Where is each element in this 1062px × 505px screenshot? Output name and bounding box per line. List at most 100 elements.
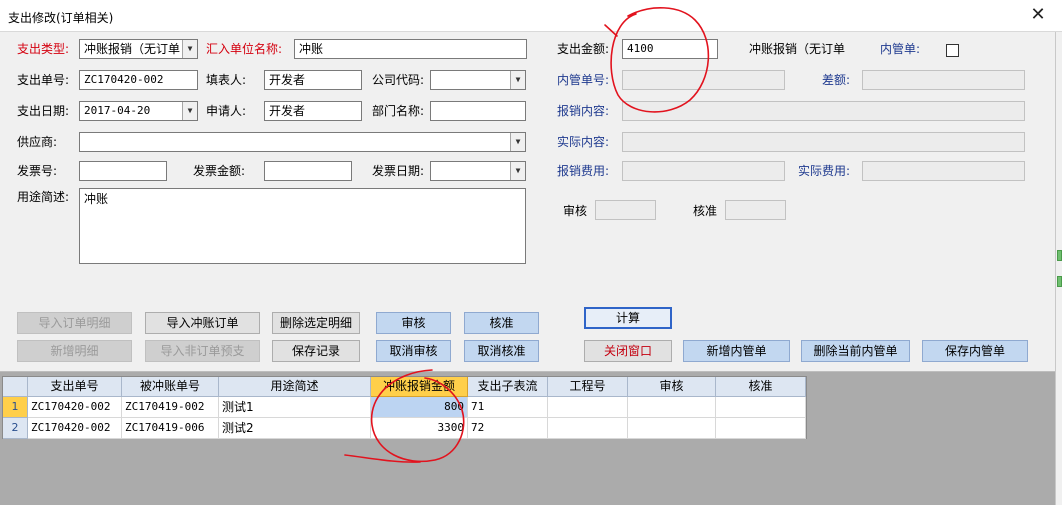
invoice-date-label: 发票日期: (372, 164, 425, 178)
column-header[interactable]: 核准 (716, 377, 806, 397)
department-label: 部门名称: (372, 104, 425, 118)
table-cell[interactable]: 800 (371, 397, 468, 418)
purpose-textarea[interactable]: 冲账 (79, 188, 526, 264)
internal-no-input (622, 70, 785, 90)
table-cell[interactable] (716, 397, 806, 418)
actual-content-label: 实际内容: (557, 135, 610, 149)
chevron-down-icon[interactable]: ▼ (510, 71, 525, 89)
review-input (595, 200, 656, 220)
expense-edit-window: 支出修改(订单相关) ✕ 支出类型: 冲账报销（无订单 ▼ 汇入单位名称: 冲账… (0, 0, 1062, 505)
review-button[interactable]: 审核 (376, 312, 451, 334)
remit-unit-value: 冲账 (299, 42, 324, 56)
internal-order-checkbox[interactable] (946, 44, 959, 57)
supplier-select[interactable]: ▼ (79, 132, 526, 152)
column-header[interactable]: 支出子表流 (468, 377, 548, 397)
actual-content-input (622, 132, 1025, 152)
table-cell[interactable]: ZC170420-002 (28, 418, 122, 439)
difference-input (862, 70, 1025, 90)
expense-date-label: 支出日期: (17, 104, 70, 118)
expense-form: 支出类型: 冲账报销（无订单 ▼ 汇入单位名称: 冲账 支出金额: 4100 冲… (0, 32, 1055, 372)
delete-selected-button[interactable]: 删除选定明细 (272, 312, 360, 334)
column-header[interactable]: 用途简述 (219, 377, 371, 397)
review-label: 审核 (563, 204, 588, 218)
chevron-down-icon[interactable]: ▼ (510, 162, 525, 180)
purpose-label: 用途简述: (17, 190, 70, 204)
approve-label: 核准 (693, 204, 718, 218)
cancel-approve-button[interactable]: 取消核准 (464, 340, 539, 362)
column-header[interactable]: 审核 (628, 377, 716, 397)
offset-note: 冲账报销（无订单 (749, 42, 846, 56)
table-cell[interactable]: ZC170419-006 (122, 418, 219, 439)
green-marker-icon (1057, 250, 1062, 261)
chevron-down-icon[interactable]: ▼ (182, 102, 197, 120)
table-cell[interactable] (628, 418, 716, 439)
side-strip (1055, 32, 1062, 505)
table-cell[interactable] (628, 397, 716, 418)
title-bar: 支出修改(订单相关) ✕ (0, 0, 1062, 32)
import-offset-order-button[interactable]: 导入冲账订单 (145, 312, 260, 334)
delete-internal-button[interactable]: 删除当前内管单 (801, 340, 910, 362)
amount-input[interactable]: 4100 (622, 39, 718, 59)
expense-no-label: 支出单号: (17, 73, 70, 87)
expense-type-value: 冲账报销（无订单 (84, 42, 181, 56)
import-order-detail-button[interactable]: 导入订单明细 (17, 312, 132, 334)
calculate-button[interactable]: 计算 (584, 307, 672, 329)
add-detail-button[interactable]: 新增明细 (17, 340, 132, 362)
chevron-down-icon[interactable]: ▼ (182, 40, 197, 58)
company-code-label: 公司代码: (372, 73, 425, 87)
expense-date-picker[interactable]: 2017-04-20 ▼ (79, 101, 198, 121)
approve-button[interactable]: 核准 (464, 312, 539, 334)
window-title: 支出修改(订单相关) (8, 11, 114, 25)
expense-type-label: 支出类型: (17, 42, 70, 56)
claim-fee-label: 报销费用: (557, 164, 610, 178)
table-cell[interactable]: 测试2 (219, 418, 371, 439)
invoice-date-picker[interactable]: ▼ (430, 161, 526, 181)
department-input[interactable] (430, 101, 526, 121)
save-internal-button[interactable]: 保存内管单 (922, 340, 1028, 362)
cancel-review-button[interactable]: 取消审核 (376, 340, 451, 362)
claim-content-input (622, 101, 1025, 121)
table-cell[interactable]: 71 (468, 397, 548, 418)
remit-unit-label: 汇入单位名称: (206, 42, 283, 56)
expense-no-value: ZC170420-002 (84, 73, 164, 86)
table-cell[interactable] (548, 397, 628, 418)
table-cell[interactable]: ZC170419-002 (122, 397, 219, 418)
save-record-button[interactable]: 保存记录 (272, 340, 360, 362)
filler-input[interactable]: 开发者 (264, 70, 362, 90)
purpose-value: 冲账 (84, 192, 109, 206)
close-icon[interactable]: ✕ (1028, 6, 1048, 26)
table-cell[interactable]: 72 (468, 418, 548, 439)
table-cell[interactable]: 测试1 (219, 397, 371, 418)
expense-no-input[interactable]: ZC170420-002 (79, 70, 198, 90)
column-header[interactable]: 支出单号 (28, 377, 122, 397)
company-code-select[interactable]: ▼ (430, 70, 526, 90)
import-non-order-button[interactable]: 导入非订单预支 (145, 340, 260, 362)
expense-date-value: 2017-04-20 (84, 104, 151, 117)
table-cell[interactable]: 3300 (371, 418, 468, 439)
column-header[interactable]: 被冲账单号 (122, 377, 219, 397)
claim-fee-input (622, 161, 785, 181)
table-cell[interactable] (548, 418, 628, 439)
table-cell[interactable] (716, 418, 806, 439)
approve-input (725, 200, 786, 220)
applicant-input[interactable]: 开发者 (264, 101, 362, 121)
row-number[interactable]: 1 (3, 397, 28, 418)
green-marker-icon (1057, 276, 1062, 287)
expense-type-select[interactable]: 冲账报销（无订单 ▼ (79, 39, 198, 59)
invoice-no-input[interactable] (79, 161, 167, 181)
row-number[interactable]: 2 (3, 418, 28, 439)
claim-content-label: 报销内容: (557, 104, 610, 118)
invoice-amount-label: 发票金额: (193, 164, 246, 178)
column-header[interactable]: 工程号 (548, 377, 628, 397)
close-window-button[interactable]: 关闭窗口 (584, 340, 672, 362)
add-internal-button[interactable]: 新增内管单 (683, 340, 790, 362)
remit-unit-input[interactable]: 冲账 (294, 39, 527, 59)
chevron-down-icon[interactable]: ▼ (510, 133, 525, 151)
grid-corner[interactable] (3, 377, 28, 397)
internal-no-label: 内管单号: (557, 73, 610, 87)
amount-value: 4100 (627, 42, 654, 55)
filler-value: 开发者 (269, 73, 306, 87)
table-cell[interactable]: ZC170420-002 (28, 397, 122, 418)
invoice-amount-input[interactable] (264, 161, 352, 181)
column-header[interactable]: 冲账报销金额 (371, 377, 468, 397)
